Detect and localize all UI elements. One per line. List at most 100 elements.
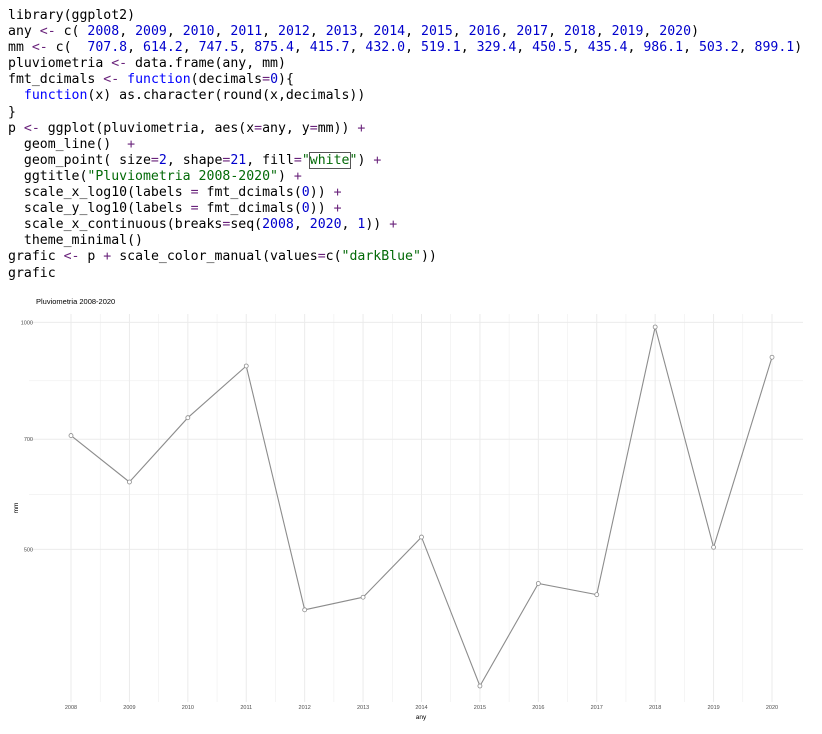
code-token: )) xyxy=(309,185,334,201)
code-token: , xyxy=(127,40,144,56)
data-point xyxy=(68,433,74,438)
code-token: mm)) xyxy=(317,120,358,136)
code-token: = xyxy=(293,152,302,168)
code-token: 519.1 xyxy=(420,40,461,56)
x-tick-label: 2015 xyxy=(474,705,486,711)
code-token: = xyxy=(262,72,271,88)
code-token: " xyxy=(301,152,310,168)
data-point xyxy=(419,534,424,540)
data-point xyxy=(477,683,483,689)
code-token: scale_x_log10(labels xyxy=(8,185,191,201)
code-line: scale_x_log10(labels = fmt_dcimals(0)) + xyxy=(8,185,342,200)
code-token: 503.2 xyxy=(698,40,739,56)
code-token: , xyxy=(571,40,588,56)
code-token: (x) as.character(round(x,decimals)) xyxy=(87,88,366,104)
code-token: 415.7 xyxy=(309,40,350,56)
code-token: grafic xyxy=(8,265,56,281)
code-token: + xyxy=(127,136,136,152)
code-token: , xyxy=(341,217,358,233)
code-token: + xyxy=(357,120,366,136)
code-token: <- xyxy=(111,56,128,72)
code-token: 2013 xyxy=(325,24,358,40)
code-token: p xyxy=(8,120,24,136)
code-token: ) xyxy=(691,24,700,40)
data-point xyxy=(185,415,191,421)
code-token: , xyxy=(738,40,755,56)
data-point xyxy=(711,544,716,550)
y-axis-label: mm xyxy=(13,503,20,514)
code-line: scale_x_continuous(breaks=seq(2008, 2020… xyxy=(8,217,397,232)
x-tick-label: 2011 xyxy=(240,705,252,711)
code-token: 0 xyxy=(301,185,310,201)
code-token: 747.5 xyxy=(198,40,239,56)
code-token: library(ggplot2) xyxy=(8,8,136,23)
code-token: = xyxy=(309,120,318,136)
code-token: + xyxy=(389,217,398,233)
code-token: 707.8 xyxy=(87,40,128,56)
x-axis-ticks: 2008 2009 2010 2011 2012 2013 2014 2015 2016 2017… xyxy=(65,705,778,711)
x-tick-label: 2016 xyxy=(532,705,544,711)
code-token: , xyxy=(293,217,310,233)
data-point xyxy=(652,324,658,330)
code-line: any <- c( 2008, 2009, 2010, 2011, 2012, … xyxy=(8,24,699,39)
code-token: data.frame(any, mm) xyxy=(127,56,286,72)
code-token: function xyxy=(127,72,191,88)
code-token: 2010 xyxy=(182,24,215,40)
code-token: + xyxy=(373,152,382,168)
code-line: scale_y_log10(labels = fmt_dcimals(0)) + xyxy=(8,201,342,216)
y-axis-ticks: 500 700 1000 xyxy=(21,320,33,553)
code-token: , xyxy=(293,40,310,56)
code-token: "Pluviometria 2008-2020" xyxy=(87,168,278,184)
code-line: geom_point( size=2, shape=21, fill="whit… xyxy=(8,151,382,169)
x-tick-label: 2020 xyxy=(766,705,778,711)
code-token: + xyxy=(293,168,302,184)
code-token: , xyxy=(119,24,136,40)
code-line: function(x) as.character(round(x,decimal… xyxy=(8,88,365,103)
x-tick-label: 2012 xyxy=(299,705,311,711)
data-point xyxy=(360,594,366,600)
x-tick-label: 2018 xyxy=(649,705,661,711)
code-token: pluviometria xyxy=(8,56,112,72)
code-token: 2014 xyxy=(373,24,406,40)
code-line: theme_minimal() xyxy=(8,233,143,248)
code-token: 899.1 xyxy=(754,40,795,56)
code-line: ggtitle("Pluviometria 2008-2020") + xyxy=(8,169,302,184)
code-token: 450.5 xyxy=(532,40,572,56)
code-token: 2018 xyxy=(563,24,596,40)
code-token: , xyxy=(166,24,183,40)
x-tick-label: 2019 xyxy=(707,705,719,711)
code-token: white xyxy=(308,151,351,169)
x-tick-label: 2010 xyxy=(182,705,194,711)
code-token: 2011 xyxy=(230,24,263,40)
code-token: , shape xyxy=(166,152,223,168)
code-token: c( xyxy=(325,249,342,265)
code-line: mm <- c( 707.8, 614.2, 747.5, 875.4, 415… xyxy=(8,40,802,55)
code-token: , xyxy=(643,24,660,40)
code-token: function xyxy=(23,88,88,104)
data-point xyxy=(594,592,600,598)
code-line: pluviometria <- data.frame(any, mm) xyxy=(8,56,286,71)
code-token: 2019 xyxy=(611,24,644,40)
code-token: , fill xyxy=(246,152,294,168)
code-token: 2008 xyxy=(262,217,294,233)
data-point xyxy=(302,607,308,613)
code-token: , xyxy=(405,40,421,56)
data-point xyxy=(535,581,541,586)
code-token: , xyxy=(214,24,231,40)
code-editor[interactable]: library(ggplot2) any <- c( 2008, 2009, 2… xyxy=(8,8,802,282)
data-point xyxy=(127,479,132,485)
code-token: )) xyxy=(365,217,390,233)
code-line: fmt_dcimals <- function(decimals=0){ xyxy=(8,72,294,87)
code-token: 2 xyxy=(158,152,167,168)
x-tick-label: 2017 xyxy=(591,705,603,711)
code-line: p <- ggplot(pluviometria, aes(x=any, y=m… xyxy=(8,121,365,136)
code-token: , xyxy=(500,24,517,40)
code-token: , xyxy=(516,40,533,56)
code-token: , xyxy=(182,40,199,56)
code-token: c( xyxy=(47,40,88,56)
code-token: scale_y_log10(labels xyxy=(8,201,191,217)
code-token: = xyxy=(317,249,326,265)
code-token: = xyxy=(150,152,159,168)
code-token: c( xyxy=(55,24,88,40)
